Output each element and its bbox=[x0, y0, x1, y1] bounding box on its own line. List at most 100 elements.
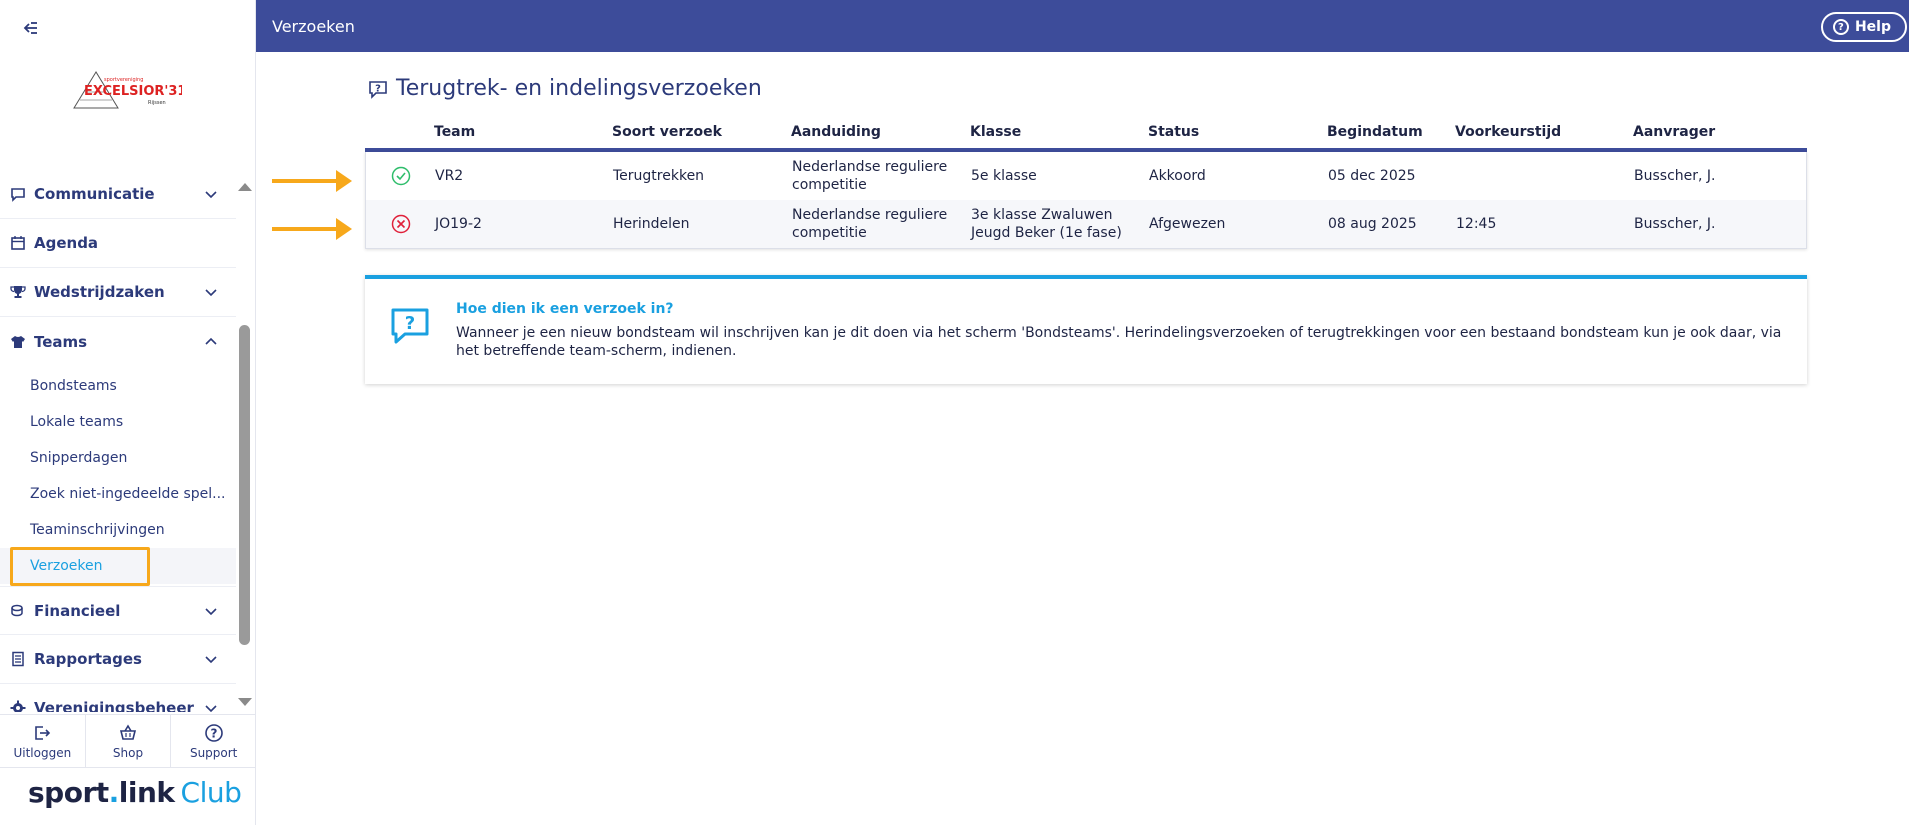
sidebar-item-snipperdagen[interactable]: Snipperdagen bbox=[0, 440, 236, 476]
svg-text:?: ? bbox=[375, 83, 381, 94]
brand-link: link bbox=[118, 776, 175, 809]
logo-name: EXCELSIOR'31 bbox=[84, 84, 182, 99]
question-circle-icon: ? bbox=[204, 723, 223, 742]
annotation-arrow bbox=[272, 218, 352, 240]
page-title: ? Terugtrek- en indelingsverzoeken bbox=[368, 76, 762, 101]
collapse-icon bbox=[23, 22, 37, 34]
brand-sport: sport bbox=[28, 776, 109, 809]
chat-icon bbox=[10, 186, 26, 202]
club-logo: sportvereniging EXCELSIOR'31 Rijssen bbox=[72, 68, 186, 112]
info-title: Hoe dien ik een verzoek in? bbox=[456, 301, 674, 317]
scroll-up-arrow[interactable] bbox=[238, 183, 252, 191]
trophy-icon bbox=[10, 284, 26, 300]
cell-team: VR2 bbox=[435, 168, 464, 184]
nav-group-financieel[interactable]: Financieel bbox=[0, 586, 236, 635]
sidebar-item-bondsteams[interactable]: Bondsteams bbox=[0, 368, 236, 404]
nav-group-rapportages[interactable]: Rapportages bbox=[0, 635, 236, 684]
brand-dot: . bbox=[108, 776, 120, 809]
collapse-sidebar-button[interactable] bbox=[20, 18, 42, 38]
column-header-team[interactable]: Team bbox=[434, 124, 612, 140]
help-label: Help bbox=[1854, 19, 1891, 35]
cell-klasse: 5e klasse bbox=[971, 168, 1037, 184]
table-row[interactable]: JO19-2 Herindelen Nederlandse reguliere … bbox=[366, 200, 1806, 248]
support-label: Support bbox=[189, 745, 238, 760]
info-box: ? Hoe dien ik een verzoek in? Wanneer je… bbox=[365, 275, 1807, 384]
logout-label: Uitloggen bbox=[13, 745, 72, 760]
logout-button[interactable]: Uitloggen bbox=[0, 715, 86, 767]
nav-group-wedstrijdzaken[interactable]: Wedstrijdzaken bbox=[0, 268, 236, 317]
chevron-down-icon bbox=[205, 289, 217, 297]
support-button[interactable]: ? Support bbox=[171, 715, 256, 767]
cell-begindatum: 08 aug 2025 bbox=[1328, 216, 1417, 232]
nav-group-teams[interactable]: Teams bbox=[0, 317, 236, 366]
requests-table: Team Soort verzoek Aanduiding Klasse Sta… bbox=[365, 116, 1807, 249]
page-header-title: Verzoeken bbox=[272, 16, 355, 36]
page-heading: Terugtrek- en indelingsverzoeken bbox=[396, 76, 762, 101]
logo-place: Rijssen bbox=[148, 100, 166, 106]
nav-group-communicatie[interactable]: Communicatie bbox=[0, 170, 236, 219]
sidebar: sportvereniging EXCELSIOR'31 Rijssen Com… bbox=[0, 0, 256, 825]
svg-text:?: ? bbox=[405, 313, 415, 334]
nav-group-label: Rapportages bbox=[34, 650, 142, 668]
column-header-status[interactable]: Status bbox=[1148, 124, 1327, 140]
help-icon: ? bbox=[1832, 19, 1849, 35]
calendar-icon bbox=[10, 235, 26, 251]
sidebar-nav: Communicatie Agenda Wedstrijdzaken Teams bbox=[0, 170, 236, 712]
nav-group-agenda[interactable]: Agenda bbox=[0, 219, 236, 268]
top-bar: Verzoeken ? Help bbox=[256, 0, 1909, 52]
nav-group-label: Agenda bbox=[34, 234, 99, 252]
report-icon bbox=[10, 651, 26, 667]
shop-label: Shop bbox=[112, 745, 144, 760]
chevron-up-icon bbox=[205, 337, 217, 345]
cell-begindatum: 05 dec 2025 bbox=[1328, 168, 1416, 184]
svg-text:?: ? bbox=[210, 726, 217, 740]
column-header-soort-verzoek[interactable]: Soort verzoek bbox=[612, 124, 791, 140]
chevron-down-icon bbox=[205, 705, 217, 712]
column-header-aanvrager[interactable]: Aanvrager bbox=[1633, 124, 1803, 140]
nav-group-label: Teams bbox=[34, 332, 88, 351]
check-circle-icon bbox=[391, 166, 410, 186]
nav-group-verenigingsbeheer[interactable]: Verenigingsbeheer bbox=[0, 684, 236, 712]
nav-group-label: Verenigingsbeheer bbox=[34, 699, 194, 712]
scrollbar-thumb[interactable] bbox=[239, 325, 250, 645]
cell-team: JO19-2 bbox=[435, 216, 482, 232]
cell-klasse: 3e klasse Zwaluwen Jeugd Beker (1e fase) bbox=[971, 207, 1122, 241]
chevron-down-icon bbox=[205, 656, 217, 664]
chevron-down-icon bbox=[205, 607, 217, 615]
question-chat-icon: ? bbox=[369, 80, 387, 99]
shirt-icon bbox=[10, 334, 26, 350]
gear-icon bbox=[10, 700, 26, 712]
nav-group-label: Wedstrijdzaken bbox=[34, 283, 165, 301]
column-header-aanduiding[interactable]: Aanduiding bbox=[791, 124, 970, 140]
chevron-down-icon bbox=[205, 191, 217, 199]
info-text: Wanneer je een nieuw bondsteam wil insch… bbox=[456, 325, 1782, 359]
sidebar-item-zoek-niet-ingedeelde-spelers[interactable]: Zoek niet-ingedeelde spel... bbox=[0, 476, 236, 512]
column-header-klasse[interactable]: Klasse bbox=[970, 124, 1148, 140]
column-header-voorkeurstijd[interactable]: Voorkeurstijd bbox=[1455, 124, 1633, 140]
sidebar-item-teaminschrijvingen[interactable]: Teaminschrijvingen bbox=[0, 512, 236, 548]
scroll-down-arrow[interactable] bbox=[238, 698, 252, 706]
nav-group-label: Financieel bbox=[34, 601, 121, 620]
sidebar-item-lokale-teams[interactable]: Lokale teams bbox=[0, 404, 236, 440]
cell-aanduiding: Nederlandse reguliere competitie bbox=[792, 159, 948, 193]
cell-aanduiding: Nederlandse reguliere competitie bbox=[792, 207, 948, 241]
cell-status: Afgewezen bbox=[1149, 216, 1226, 232]
sidebar-item-verzoeken[interactable]: Verzoeken bbox=[0, 548, 236, 584]
logout-icon bbox=[35, 725, 51, 740]
table-header: Team Soort verzoek Aanduiding Klasse Sta… bbox=[365, 116, 1807, 152]
question-chat-icon: ? bbox=[391, 308, 429, 344]
table-body: VR2 Terugtrekken Nederlandse reguliere c… bbox=[365, 152, 1807, 249]
help-button[interactable]: ? Help bbox=[1820, 12, 1907, 42]
annotation-arrow bbox=[272, 170, 352, 192]
logo-small-text: sportvereniging bbox=[104, 77, 143, 83]
cell-voorkeurstijd: 12:45 bbox=[1456, 216, 1497, 232]
shop-button[interactable]: Shop bbox=[86, 715, 172, 767]
coins-icon bbox=[10, 603, 26, 619]
sidebar-footer: Uitloggen Shop ? Support bbox=[0, 714, 256, 768]
cell-aanvrager: Busscher, J. bbox=[1634, 216, 1716, 232]
cell-status: Akkoord bbox=[1149, 168, 1206, 184]
basket-icon bbox=[119, 723, 137, 740]
column-header-begindatum[interactable]: Begindatum bbox=[1327, 124, 1455, 140]
teams-submenu: Bondsteams Lokale teams Snipperdagen Zoe… bbox=[0, 366, 236, 586]
table-row[interactable]: VR2 Terugtrekken Nederlandse reguliere c… bbox=[366, 152, 1806, 200]
